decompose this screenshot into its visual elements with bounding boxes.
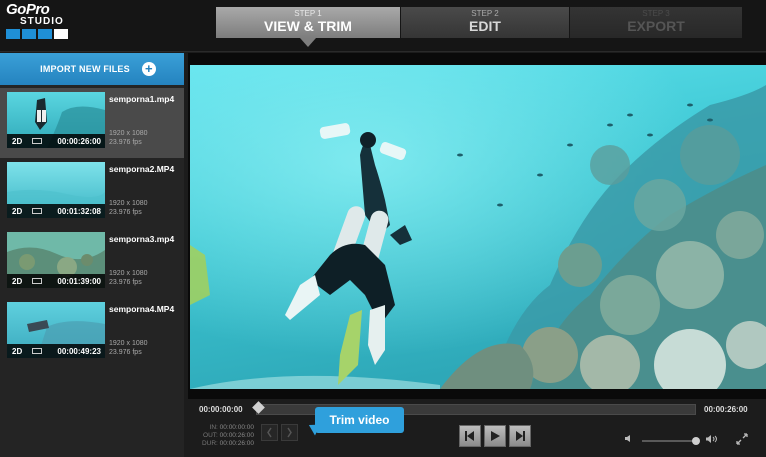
file-fps: 23.976 fps [109,279,142,286]
bracket-left-icon [267,427,272,438]
step-title: VIEW & TRIM [264,18,352,34]
video-preview-frame [188,53,766,399]
clip-duration: 00:00:26:00 [57,136,101,146]
timeline-end-time: 00:00:26:00 [704,405,748,414]
file-list-item[interactable]: 2D 00:00:26:00 semporna1.mp4 1920 x 1080… [0,88,184,158]
video-thumbnail: 2D 00:00:26:00 [7,92,105,148]
video-thumbnail: 2D 00:00:49:23 [7,302,105,358]
file-name: semporna1.mp4 [109,94,175,104]
video-preview[interactable] [190,65,766,389]
import-new-files-button[interactable]: IMPORT NEW FILES + [0,53,184,85]
trim-video-tooltip: Trim video [315,407,404,433]
thumbnail-info-bar: 2D 00:01:39:00 [7,274,105,288]
dur-row: DUR: 00:00:26:00 [192,440,254,448]
file-resolution: 1920 x 1080 [109,200,148,207]
gopro-studio-window: GoPro STUDIO STEP 1 VIEW & TRIM STEP 2 E… [0,0,766,457]
video-thumbnail: 2D 00:01:39:00 [7,232,105,288]
file-list-item[interactable]: 2D 00:01:32:08 semporna2.MP4 1920 x 1080… [0,158,184,228]
file-specs: 1920 x 1080 23.976 fps [109,129,148,147]
file-list-item[interactable]: 2D 00:00:49:23 semporna4.MP4 1920 x 1080… [0,298,184,368]
file-name: semporna3.mp4 [109,234,175,244]
file-fps: 23.976 fps [109,209,142,216]
play-button[interactable] [484,425,506,447]
dur-label: DUR: [201,440,218,447]
file-fps: 23.976 fps [109,349,142,356]
active-step-arrow [300,38,316,47]
gopro-logo: GoPro STUDIO [6,1,72,39]
plus-circle-icon: + [141,62,156,76]
step-view-trim-tab[interactable]: STEP 1 VIEW & TRIM [216,7,400,47]
mode-badge: 2D [12,346,23,356]
camera-icon [32,348,42,354]
dur-value: 00:00:26:00 [219,440,254,447]
step-forward-icon [516,431,525,441]
clip-duration: 00:01:39:00 [57,276,101,286]
thumbnail-info-bar: 2D 00:01:32:08 [7,204,105,218]
file-resolution: 1920 x 1080 [109,130,148,137]
step-title: EDIT [469,18,501,34]
thumbnail-info-bar: 2D 00:00:26:00 [7,134,105,148]
previous-frame-button[interactable] [459,425,481,447]
mark-in-button[interactable] [261,424,278,441]
trim-info: IN: 00:00:00:00 OUT: 00:00:26:00 DUR: 00… [192,424,254,448]
mark-out-button[interactable] [281,424,298,441]
camera-icon [32,138,42,144]
in-value: 00:00:00:00 [219,424,254,431]
bracket-right-icon [287,427,292,438]
logo-squares [6,29,68,39]
volume-slider-knob[interactable] [692,437,700,445]
file-resolution: 1920 x 1080 [109,270,148,277]
import-label: IMPORT NEW FILES [40,64,130,74]
camera-icon [32,278,42,284]
out-value: 00:00:26:00 [219,432,254,439]
in-label: IN: [209,424,218,431]
file-resolution: 1920 x 1080 [109,340,148,347]
timeline-start-time: 00:00:00:00 [199,405,243,414]
header-bar: GoPro STUDIO STEP 1 VIEW & TRIM STEP 2 E… [0,0,766,52]
file-name: semporna4.MP4 [109,304,175,314]
clip-duration: 00:01:32:08 [57,206,101,216]
logo-text: GoPro [6,1,50,18]
volume-high-icon[interactable] [706,435,718,443]
out-row: OUT: 00:00:26:00 [192,432,254,440]
volume-low-icon[interactable] [625,435,634,442]
mode-badge: 2D [12,276,23,286]
thumbnail-info-bar: 2D 00:00:49:23 [7,344,105,358]
volume-slider[interactable] [642,440,698,442]
fullscreen-icon[interactable] [736,433,748,445]
file-specs: 1920 x 1080 23.976 fps [109,199,148,217]
file-specs: 1920 x 1080 23.976 fps [109,269,148,287]
file-specs: 1920 x 1080 23.976 fps [109,339,148,357]
step-title: EXPORT [627,18,685,34]
media-sidebar: IMPORT NEW FILES + 2D 00:00:26:00 sempor… [0,53,184,457]
in-row: IN: 00:00:00:00 [192,424,254,432]
mode-badge: 2D [12,206,23,216]
out-label: OUT: [203,432,218,439]
camera-icon [32,208,42,214]
step-back-icon [465,431,474,441]
workflow-steps: STEP 1 VIEW & TRIM STEP 2 EDIT STEP 3 EX… [216,7,742,47]
logo-subtext: STUDIO [20,16,64,27]
mode-badge: 2D [12,136,23,146]
step-export-tab[interactable]: STEP 3 EXPORT [570,7,742,38]
step-edit-tab[interactable]: STEP 2 EDIT [401,7,569,38]
next-frame-button[interactable] [509,425,531,447]
clip-duration: 00:00:49:23 [57,346,101,356]
file-list-item[interactable]: 2D 00:01:39:00 semporna3.mp4 1920 x 1080… [0,228,184,298]
file-fps: 23.976 fps [109,139,142,146]
play-icon [491,431,500,441]
file-name: semporna2.MP4 [109,164,175,174]
video-thumbnail: 2D 00:01:32:08 [7,162,105,218]
